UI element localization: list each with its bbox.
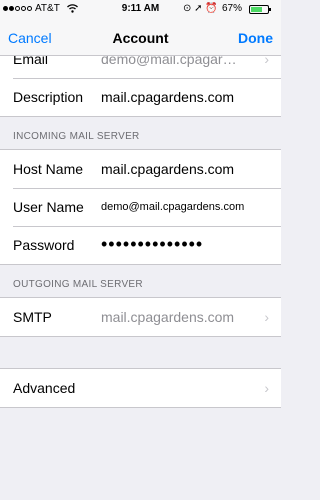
settings-list[interactable]: Email demo@mail.cpagar… › Description ma…: [0, 56, 281, 500]
advanced-group: Advanced ›: [0, 368, 281, 408]
smtp-value: mail.cpagardens.com: [101, 309, 235, 325]
done-button[interactable]: Done: [238, 30, 273, 46]
user-name-field[interactable]: demo@mail.cpagardens.com: [101, 188, 244, 226]
outgoing-server-header: OUTGOING MAIL SERVER: [13, 279, 143, 290]
email-value: demo@mail.cpagar…: [101, 56, 237, 67]
navigation-bar: Cancel Account Done: [0, 20, 281, 56]
host-name-field[interactable]: mail.cpagardens.com: [101, 150, 234, 188]
incoming-server-group: Host Name mail.cpagardens.com User Name …: [0, 149, 281, 265]
account-group: Email demo@mail.cpagar… › Description ma…: [0, 56, 281, 117]
chevron-right-icon: ›: [264, 309, 269, 325]
smtp-label: SMTP: [13, 309, 52, 325]
alarm-icon: ⏰: [205, 3, 218, 14]
email-label: Email: [13, 56, 49, 67]
battery-icon: [249, 5, 269, 14]
description-field[interactable]: mail.cpagardens.com: [101, 78, 234, 116]
location-arrow-icon: ➚: [194, 3, 203, 14]
host-name-label: Host Name: [13, 161, 84, 177]
status-bar: AT&T 9:11 AM ⊙ ➚ ⏰ 67%: [0, 0, 281, 20]
email-row[interactable]: Email demo@mail.cpagar… ›: [0, 56, 281, 78]
battery-tip: [269, 8, 271, 11]
chevron-right-icon: ›: [264, 380, 269, 396]
description-row[interactable]: Description mail.cpagardens.com: [0, 78, 281, 116]
incoming-server-header: INCOMING MAIL SERVER: [13, 131, 140, 142]
advanced-label: Advanced: [13, 380, 76, 396]
battery-percentage: 67%: [222, 3, 243, 14]
battery-fill: [251, 7, 262, 12]
chevron-right-icon: ›: [264, 56, 269, 67]
host-name-row[interactable]: Host Name mail.cpagardens.com: [0, 150, 281, 188]
user-name-row[interactable]: User Name demo@mail.cpagardens.com: [0, 188, 281, 226]
user-name-label: User Name: [13, 199, 84, 215]
smtp-row[interactable]: SMTP mail.cpagardens.com ›: [0, 298, 281, 336]
advanced-row[interactable]: Advanced ›: [0, 369, 281, 407]
password-label: Password: [13, 237, 75, 253]
outgoing-server-group: SMTP mail.cpagardens.com ›: [0, 297, 281, 337]
description-label: Description: [13, 89, 84, 105]
rotation-lock-icon: ⊙: [183, 3, 192, 14]
password-field[interactable]: ••••••••••••••: [101, 225, 203, 263]
password-row[interactable]: Password ••••••••••••••: [0, 226, 281, 264]
